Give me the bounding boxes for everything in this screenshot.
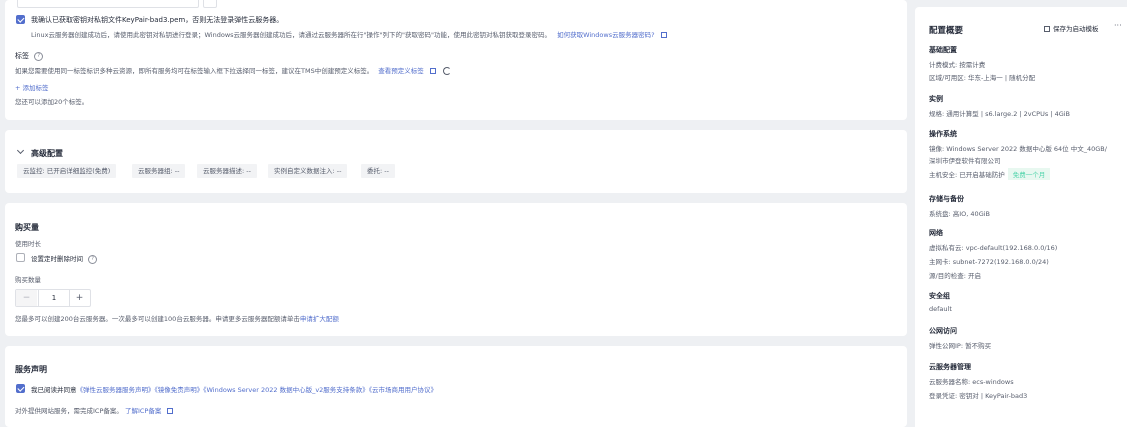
more-icon[interactable]: ··· xyxy=(1114,21,1122,30)
help-icon[interactable]: ? xyxy=(88,254,98,264)
duration-label: 使用时长 xyxy=(15,240,41,248)
schedule-delete-checkbox[interactable] xyxy=(16,253,25,262)
external-link-icon xyxy=(429,68,436,74)
request-quota-link[interactable]: 申请扩大配额 xyxy=(300,315,339,323)
advanced-chip-agency: 委托: -- xyxy=(361,164,395,178)
summary-title: 配置概要 xyxy=(929,26,964,36)
keypair-refresh-button[interactable] xyxy=(203,0,217,8)
system-disk: 系统盘: 高IO, 40GiB xyxy=(929,210,990,218)
quota-row: 您最多可以创建200台云服务器。一次最多可以创建100台云服务器。申请更多云服务… xyxy=(15,313,339,323)
agree-checkbox[interactable] xyxy=(16,384,25,393)
tags-desc: 如果您需要使用同一标签标识多种云资源，即所有服务均可在标签输入框下拉选择同一标签… xyxy=(15,67,374,75)
icp-row: 对外提供网站服务，需完成ICP备案。 了解ICP备案 xyxy=(15,405,174,415)
advanced-config-card xyxy=(5,130,907,193)
src-dst-check: 源/目的检查: 开启 xyxy=(929,272,981,280)
qty-plus-button[interactable]: + xyxy=(69,290,90,306)
instance-spec: 规格: 通用计算型 | s6.large.2 | 2vCPUs | 4GiB xyxy=(929,110,1071,118)
windows-password-help-link[interactable]: 如何获取Windows云服务器密码? xyxy=(557,31,654,39)
view-predefined-tags-link[interactable]: 查看预定义标签 xyxy=(378,67,424,75)
agree-prefix: 我已阅读并同意 xyxy=(31,386,77,394)
tags-desc-row: 如果您需要使用同一标签标识多种云资源，即所有服务均可在标签输入框下拉选择同一标签… xyxy=(15,65,451,75)
external-link-icon xyxy=(660,32,667,38)
help-icon[interactable]: ? xyxy=(34,51,44,61)
advanced-chip-monitoring: 云监控: 已开启详细监控(免费) xyxy=(17,164,117,178)
schedule-delete-row: 设置定时删除时间 ? xyxy=(31,253,98,264)
add-tag-link[interactable]: + 添加标签 xyxy=(15,82,49,92)
quota-text: 您最多可以创建200台云服务器。一次最多可以创建100台云服务器。申请更多云服务… xyxy=(15,315,300,323)
os-image-line1: 镜像: Windows Server 2022 数据中心版 64位 中文_40G… xyxy=(929,145,1107,153)
qty-minus-button[interactable]: − xyxy=(16,290,37,306)
agreement-links[interactable]: 《弹性云服务器服务声明》《镜像免责声明》《Windows Server 2022… xyxy=(77,386,438,394)
eip: 弹性公网IP: 暂不购买 xyxy=(929,342,992,350)
advanced-chip-server-group: 云服务器组: -- xyxy=(132,164,186,178)
tags-label-row: 标签 ? xyxy=(15,51,44,61)
schedule-delete-label: 设置定时删除时间 xyxy=(31,255,83,263)
external-link-icon xyxy=(167,408,174,414)
os-title: 操作系统 xyxy=(929,130,957,138)
keypair-note-text: Linux云服务器创建成功后，请使用此密钥对私钥进行登录；Windows云服务器… xyxy=(31,31,551,39)
refresh-icon[interactable] xyxy=(442,67,451,75)
host-security: 主机安全: 已开启基础防护 xyxy=(929,171,1005,179)
chevron-down-icon xyxy=(16,146,25,155)
advanced-chip-userdata: 实例自定义数据注入: -- xyxy=(268,164,348,178)
region-zone: 区域/可用区: 华东-上海一 | 随机分配 xyxy=(929,74,1036,82)
server-name: 云服务器名称: ecs-windows xyxy=(929,378,1014,386)
keypair-note: Linux云服务器创建成功后，请使用此密钥对私钥进行登录；Windows云服务器… xyxy=(31,29,667,39)
tags-limit-text: 您还可以添加20个标签。 xyxy=(15,98,89,106)
advanced-title: 高级配置 xyxy=(31,149,63,158)
save-icon xyxy=(1044,26,1050,32)
login-credential: 登录凭证: 密钥对 | KeyPair-bad3 xyxy=(929,392,1028,400)
advanced-chip-description: 云服务器描述: -- xyxy=(197,164,257,178)
qty-label: 购买数量 xyxy=(15,276,41,284)
keypair-confirm-checkbox[interactable] xyxy=(16,15,25,24)
instance-title: 实例 xyxy=(929,95,943,103)
quantity-stepper: − 1 + xyxy=(15,289,91,307)
storage-title: 存储与备份 xyxy=(929,195,964,203)
free-badge: 免费一个月 xyxy=(1007,168,1051,180)
mgmt-title: 云服务器管理 xyxy=(929,363,971,371)
security-group-value: default xyxy=(929,305,952,313)
icp-text: 对外提供网站服务，需完成ICP备案。 xyxy=(15,407,123,415)
agree-row: 我已阅读并同意《弹性云服务器服务声明》《镜像免责声明》《Windows Serv… xyxy=(31,384,437,394)
security-group-title: 安全组 xyxy=(929,292,950,300)
os-image-line2: 深圳市伊登软件有限公司 xyxy=(929,157,1001,165)
purchase-title: 购买量 xyxy=(15,223,39,232)
host-security-row: 主机安全: 已开启基础防护 免费一个月 xyxy=(929,168,1051,180)
network-title: 网络 xyxy=(929,229,943,237)
save-template-label: 保存为启动模板 xyxy=(1053,25,1099,33)
keypair-select-input[interactable] xyxy=(17,0,199,8)
save-template-button[interactable]: 保存为启动模板 xyxy=(1044,23,1099,33)
service-title: 服务声明 xyxy=(15,365,47,374)
billing-mode: 计费模式: 按需计费 xyxy=(929,61,986,69)
basic-title: 基础配置 xyxy=(929,46,957,54)
tags-label: 标签 xyxy=(15,52,29,60)
public-title: 公网访问 xyxy=(929,327,957,335)
icp-link[interactable]: 了解ICP备案 xyxy=(125,407,161,415)
primary-nic: 主网卡: subnet-7272(192.168.0.0/24) xyxy=(929,258,1049,266)
keypair-confirm-text: 我确认已获取密钥对私钥文件KeyPair-bad3.pem，否则无法登录弹性云服… xyxy=(31,16,284,24)
qty-input[interactable]: 1 xyxy=(38,290,70,306)
advanced-toggle[interactable]: 高级配置 xyxy=(16,146,63,159)
vpc: 虚拟私有云: vpc-default(192.168.0.0/16) xyxy=(929,244,1058,252)
